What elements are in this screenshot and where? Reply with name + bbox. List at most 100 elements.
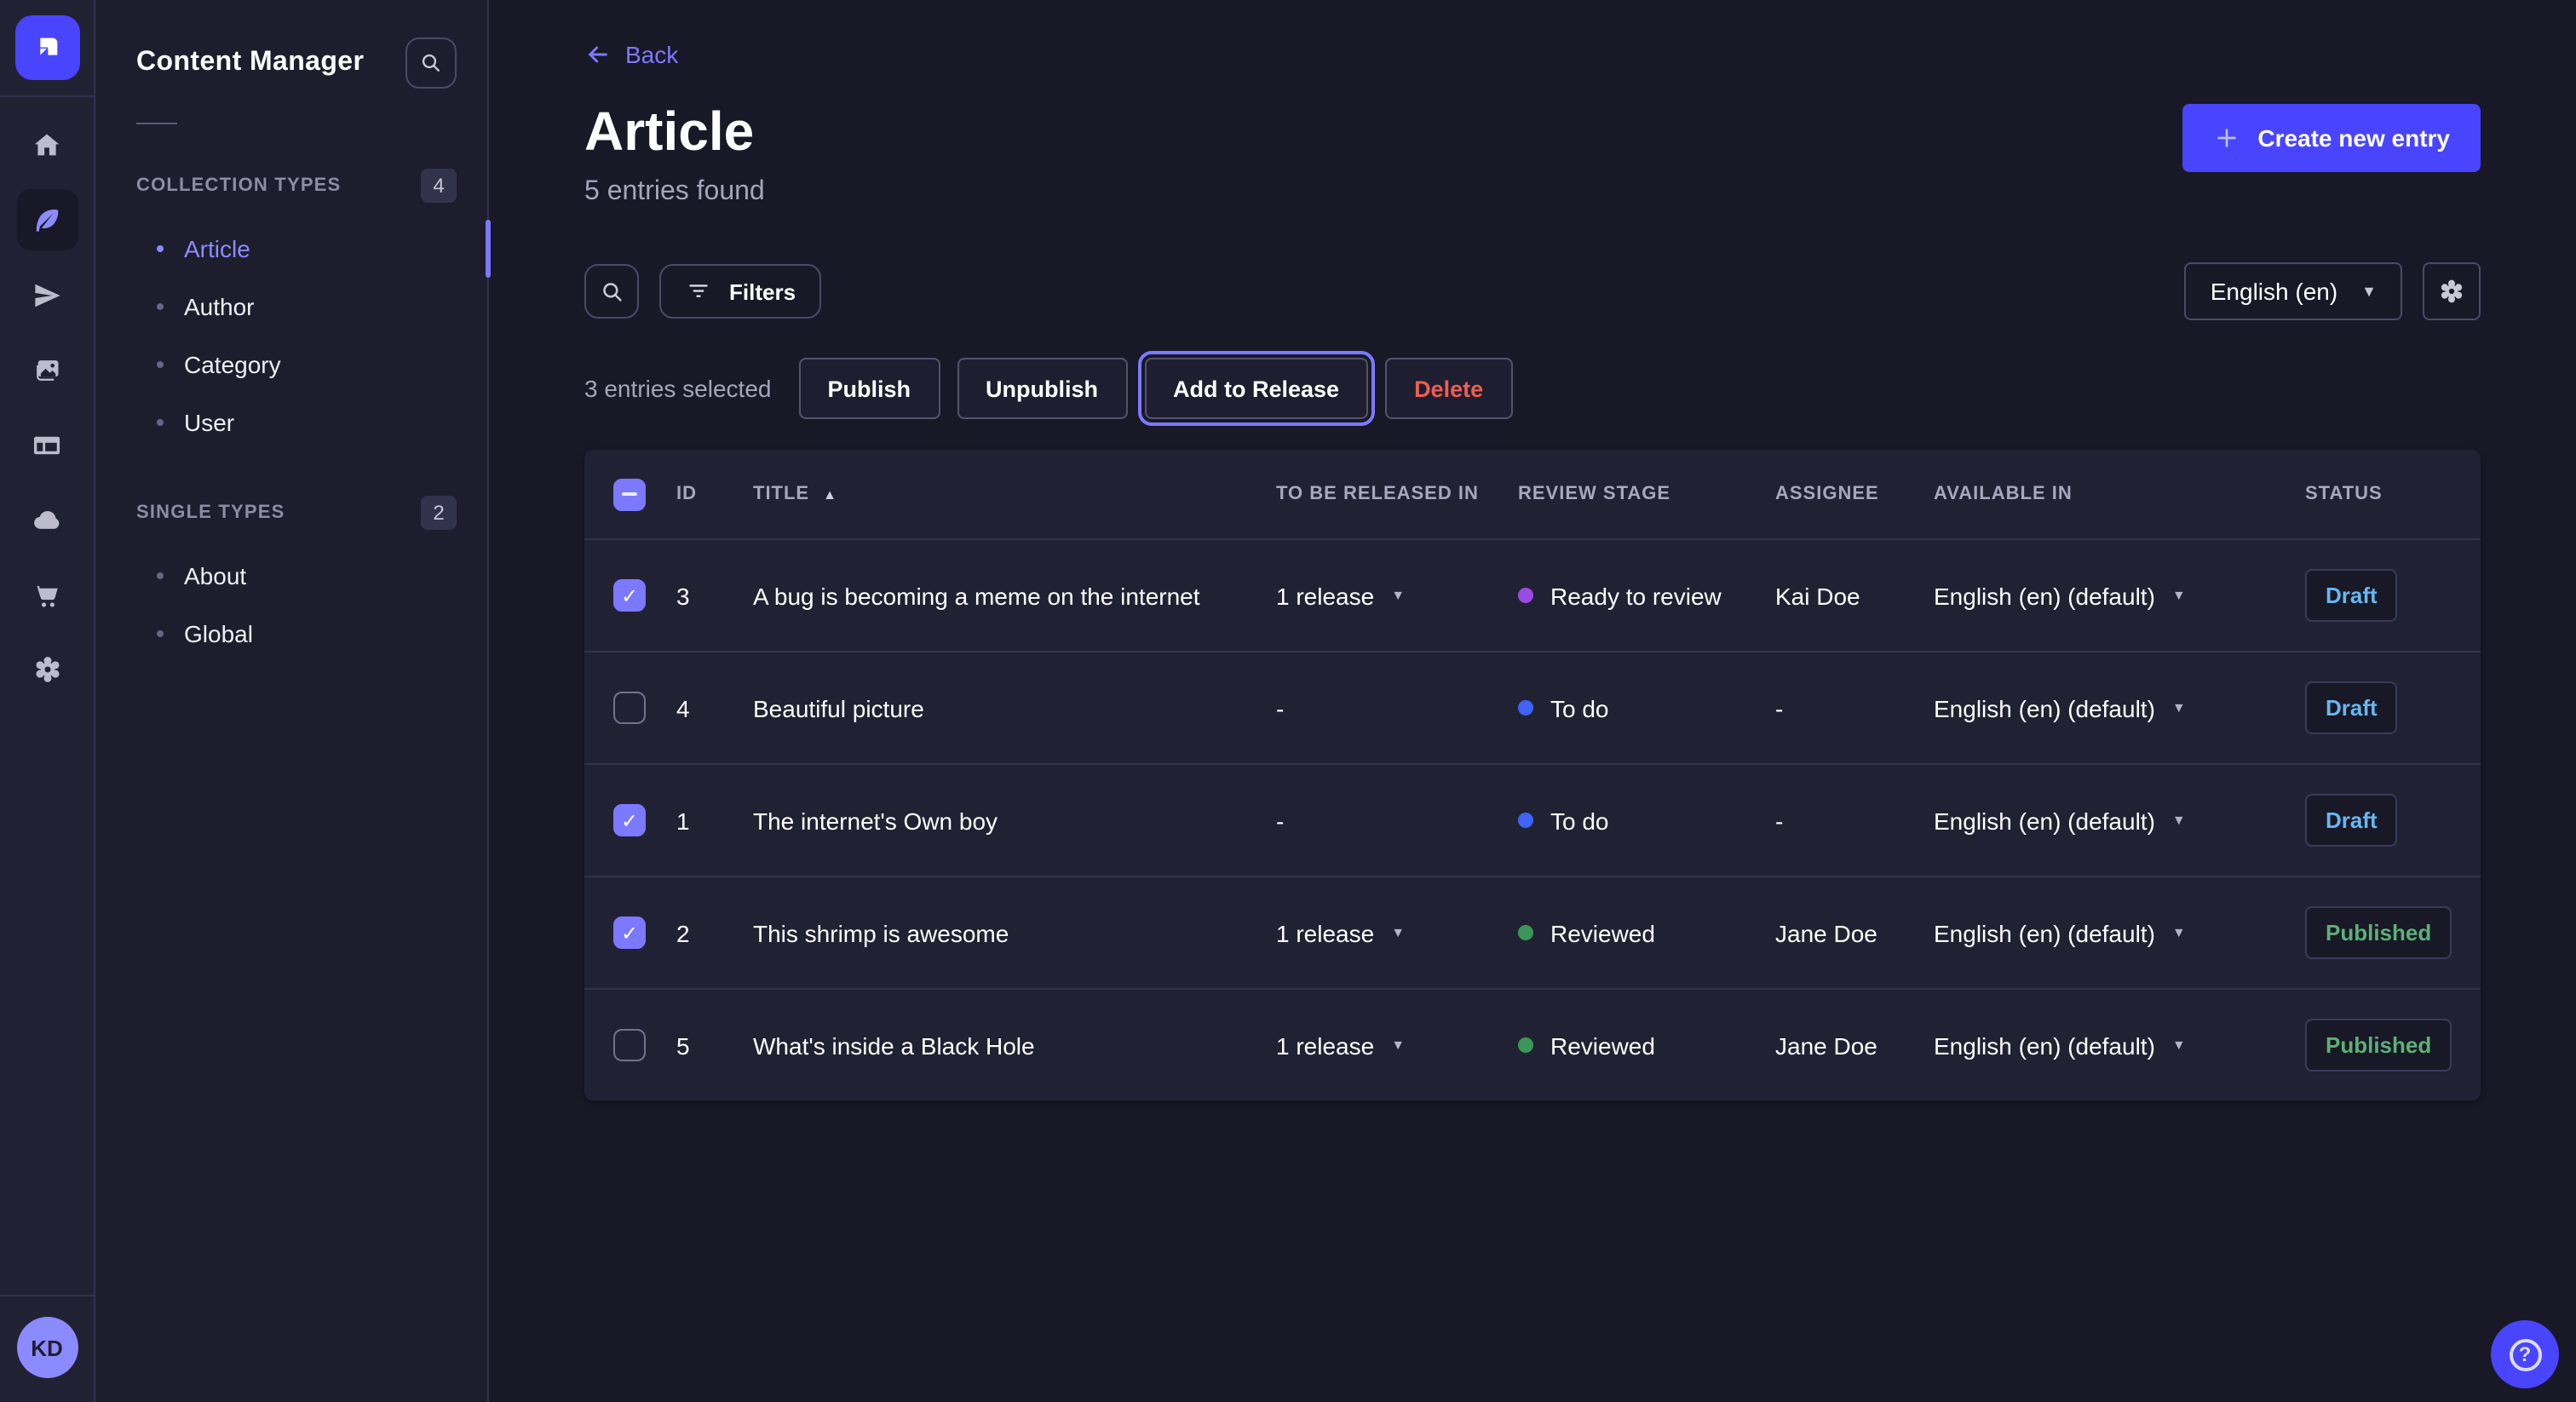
- cell-title: What's inside a Black Hole: [753, 1031, 1276, 1059]
- content-manager-icon[interactable]: [16, 189, 78, 250]
- bullet-icon: [157, 303, 164, 310]
- content-type-builder-icon[interactable]: [16, 414, 78, 475]
- sidebar-item-article[interactable]: Article: [136, 220, 457, 278]
- table-row[interactable]: ✓1The internet's Own boy-To do-English (…: [584, 763, 2481, 876]
- releases-icon[interactable]: [16, 264, 78, 325]
- release-count: -: [1276, 694, 1284, 721]
- selection-summary: 3 entries selected: [584, 375, 771, 402]
- marketplace-icon[interactable]: [16, 564, 78, 625]
- table-row[interactable]: ✓ 2This shrimp is awesome1 release▼ Review…: [584, 876, 2481, 988]
- cloud-icon[interactable]: [16, 489, 78, 550]
- sort-asc-icon: ▲: [823, 486, 837, 502]
- row-checkbox[interactable]: ✓: [613, 804, 646, 836]
- stage-label: Reviewed: [1550, 919, 1655, 946]
- sidebar-item-label: About: [184, 562, 246, 589]
- stage-label: Ready to review: [1550, 582, 1722, 609]
- delete-button[interactable]: Delete: [1385, 358, 1512, 419]
- cell-assignee: Jane Doe: [1775, 919, 1934, 946]
- sidebar-item-category[interactable]: Category: [136, 336, 457, 394]
- release-count: 1 release: [1276, 582, 1374, 609]
- plus-icon: [2213, 124, 2240, 152]
- unpublish-button[interactable]: Unpublish: [957, 358, 1127, 419]
- home-icon[interactable]: [16, 114, 78, 175]
- media-library-icon[interactable]: [16, 339, 78, 400]
- rail-nav: [16, 97, 78, 1295]
- cell-status: Published: [2305, 906, 2481, 959]
- table-row[interactable]: 5What's inside a Black Hole1 release▼Rev…: [584, 988, 2481, 1100]
- table-body: ✓ 3A bug is becoming a meme on the intern…: [584, 538, 2481, 1100]
- sidebar-item-user[interactable]: User: [136, 394, 457, 451]
- cell-status: Published: [2305, 1019, 2481, 1072]
- gear-icon: [2436, 276, 2467, 307]
- sidebar-item-label: Article: [184, 235, 250, 262]
- stage-dot-icon: [1518, 700, 1533, 715]
- locale-label: English (en) (default): [1934, 807, 2155, 834]
- cell-review-stage: Reviewed: [1518, 1031, 1775, 1059]
- cell-assignee: -: [1775, 694, 1934, 721]
- row-checkbox[interactable]: ✓: [613, 579, 646, 612]
- strapi-logo-icon: [30, 31, 64, 65]
- filters-label: Filters: [729, 279, 796, 304]
- page-heading: Article 5 entries found: [584, 101, 765, 208]
- status-badge: Published: [2305, 906, 2452, 959]
- row-checkbox[interactable]: ✓: [613, 916, 646, 949]
- row-checkbox[interactable]: [613, 692, 646, 724]
- status-badge: Draft: [2305, 569, 2398, 622]
- publish-button[interactable]: Publish: [798, 358, 940, 419]
- cell-title: This shrimp is awesome: [753, 919, 1276, 946]
- help-button[interactable]: ?: [2491, 1320, 2559, 1388]
- bullet-icon: [157, 572, 164, 579]
- sidebar-item-global[interactable]: Global: [136, 605, 457, 663]
- column-header-title[interactable]: TITLE ▲: [753, 484, 1276, 504]
- stage-label: To do: [1550, 807, 1609, 834]
- cell-id: 3: [676, 582, 753, 609]
- search-icon[interactable]: [405, 37, 457, 89]
- strapi-logo[interactable]: [14, 15, 79, 80]
- sidebar-item-about[interactable]: About: [136, 547, 457, 605]
- cell-id: 2: [676, 919, 753, 946]
- cell-status: Draft: [2305, 681, 2481, 734]
- sidebar-item-label: Author: [184, 293, 255, 320]
- rail-user-section: KD: [0, 1295, 94, 1402]
- filters-button[interactable]: Filters: [659, 264, 821, 319]
- row-checkbox[interactable]: [613, 1029, 646, 1061]
- cell-available-in[interactable]: English (en) (default)▼: [1934, 582, 2305, 609]
- cell-title: A bug is becoming a meme on the internet: [753, 582, 1276, 609]
- select-all-checkbox[interactable]: [613, 478, 646, 510]
- cell-available-in[interactable]: English (en) (default)▼: [1934, 1031, 2305, 1059]
- chevron-down-icon: ▼: [2172, 589, 2186, 602]
- cell-available-in[interactable]: English (en) (default)▼: [1934, 919, 2305, 946]
- cell-to-be-released-in: -: [1276, 694, 1518, 721]
- column-header-assignee: ASSIGNEE: [1775, 484, 1934, 504]
- bullet-icon: [157, 419, 164, 426]
- cell-to-be-released-in[interactable]: 1 release▼: [1276, 582, 1518, 609]
- create-new-entry-button[interactable]: Create new entry: [2182, 104, 2481, 172]
- table-header-row: ID TITLE ▲ TO BE RELEASED IN REVIEW STAG…: [584, 450, 2481, 538]
- view-settings-button[interactable]: [2423, 262, 2481, 320]
- cell-title: Beautiful picture: [753, 694, 1276, 721]
- entries-count: 5 entries found: [584, 177, 765, 208]
- column-header-review-stage: REVIEW STAGE: [1518, 484, 1775, 504]
- divider: [136, 123, 177, 124]
- search-icon[interactable]: [584, 264, 639, 319]
- table-row[interactable]: 4Beautiful picture-To do-English (en) (d…: [584, 651, 2481, 763]
- active-indicator: [486, 220, 491, 278]
- cell-to-be-released-in[interactable]: 1 release▼: [1276, 1031, 1518, 1059]
- cell-available-in[interactable]: English (en) (default)▼: [1934, 807, 2305, 834]
- cell-review-stage: To do: [1518, 694, 1775, 721]
- sidebar-item-author[interactable]: Author: [136, 278, 457, 336]
- user-avatar[interactable]: KD: [16, 1317, 78, 1378]
- locale-select[interactable]: English (en) ▼: [2185, 262, 2402, 320]
- bullet-icon: [157, 361, 164, 368]
- chevron-down-icon: ▼: [2172, 701, 2186, 715]
- cell-status: Draft: [2305, 569, 2481, 622]
- cell-to-be-released-in[interactable]: 1 release▼: [1276, 919, 1518, 946]
- back-link[interactable]: Back: [584, 41, 678, 68]
- question-icon: ?: [2509, 1338, 2541, 1370]
- arrow-left-icon: [584, 41, 612, 68]
- add-to-release-button[interactable]: Add to Release: [1144, 358, 1368, 419]
- settings-icon[interactable]: [16, 639, 78, 700]
- cell-available-in[interactable]: English (en) (default)▼: [1934, 694, 2305, 721]
- table-row[interactable]: ✓ 3A bug is becoming a meme on the intern…: [584, 538, 2481, 651]
- release-count: 1 release: [1276, 919, 1374, 946]
